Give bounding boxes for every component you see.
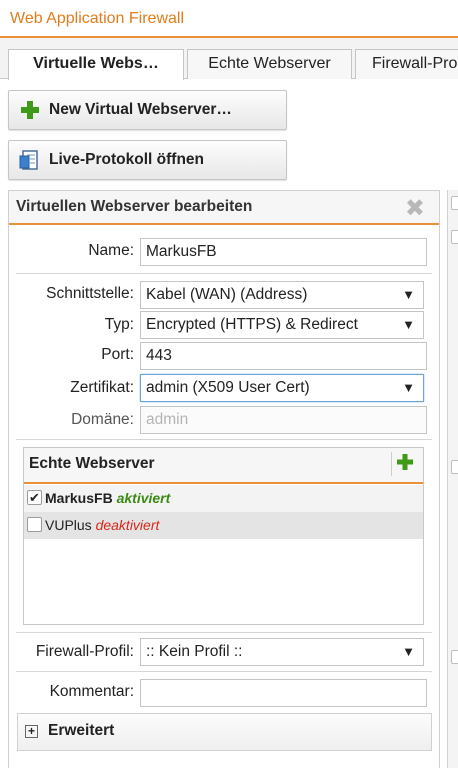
server-entry: MarkusFB aktiviert: [45, 485, 170, 512]
list-item[interactable]: VUPlus deaktiviert: [24, 512, 423, 539]
panel-title: Virtuellen Webserver bearbeiten: [16, 198, 253, 215]
app-title: Web Application Firewall: [10, 10, 185, 27]
advanced-label: Erweitert: [48, 722, 115, 739]
server-status: deaktiviert: [95, 517, 160, 533]
chevron-down-icon: ▼: [402, 317, 415, 332]
certificate-value: admin (X509 User Cert): [146, 379, 310, 396]
certificate-label: Zertifikat:: [70, 379, 134, 396]
server-status: aktiviert: [116, 490, 171, 506]
panel-header: Virtuellen Webserver bearbeiten ✖: [9, 191, 439, 225]
port-label: Port:: [101, 346, 134, 363]
divider: [16, 632, 432, 633]
comment-input[interactable]: [140, 679, 427, 707]
server-entry: VUPlus deaktiviert: [45, 512, 159, 539]
domain-input[interactable]: admin: [140, 406, 427, 434]
real-webservers-title: Echte Webserver: [29, 455, 155, 472]
port-input[interactable]: 443: [140, 342, 427, 370]
interface-value: Kabel (WAN) (Address): [146, 286, 308, 303]
domain-label: Domäne:: [71, 411, 134, 428]
comment-label: Kommentar:: [49, 683, 134, 700]
name-label: Name:: [88, 242, 134, 259]
divider: [16, 671, 432, 672]
type-select[interactable]: Encrypted (HTTPS) & Redirect ▼: [140, 311, 424, 339]
tab-real-webservers[interactable]: Echte Webserver: [187, 49, 352, 79]
plus-icon: [19, 99, 41, 121]
type-label: Typ:: [104, 316, 134, 333]
app-header: Web Application Firewall: [0, 0, 458, 38]
collapsed-panel-icon[interactable]: [451, 230, 458, 244]
close-icon[interactable]: ✖: [405, 194, 425, 223]
firewall-profile-select[interactable]: :: Kein Profil :: ▼: [140, 638, 424, 666]
server-name: VUPlus: [45, 517, 92, 533]
plus-icon: [397, 454, 413, 470]
log-document-icon: [19, 149, 41, 171]
open-live-log-label: Live-Protokoll öffnen: [49, 151, 204, 168]
tab-virtual-webservers[interactable]: Virtuelle Webs…: [8, 49, 184, 80]
real-webservers-header: Echte Webserver: [24, 448, 423, 484]
right-panel-edge: [447, 190, 458, 768]
add-real-webserver-button[interactable]: [391, 452, 413, 476]
divider: [16, 439, 432, 440]
chevron-down-icon: ▼: [402, 644, 415, 659]
firewall-profile-label: Firewall-Profil:: [35, 643, 134, 660]
server-name: MarkusFB: [45, 490, 113, 506]
name-input[interactable]: MarkusFB: [140, 238, 427, 266]
firewall-profile-value: :: Kein Profil ::: [146, 643, 243, 660]
type-value: Encrypted (HTTPS) & Redirect: [146, 316, 358, 333]
enabled-checkbox[interactable]: [27, 517, 42, 532]
enabled-checkbox[interactable]: ✔: [27, 490, 42, 505]
list-item[interactable]: ✔ MarkusFB aktiviert: [24, 485, 423, 512]
chevron-down-icon: ▼: [402, 287, 415, 302]
advanced-section-toggle[interactable]: + Erweitert: [17, 713, 432, 751]
tab-firewall-profiles[interactable]: Firewall-Pro: [355, 49, 458, 79]
new-virtual-webserver-label: New Virtual Webserver…: [49, 101, 232, 118]
real-webservers-list: Echte Webserver ✔ MarkusFB aktiviert VUP…: [23, 447, 424, 625]
interface-select[interactable]: Kabel (WAN) (Address) ▼: [140, 281, 424, 309]
open-live-log-button[interactable]: Live-Protokoll öffnen: [8, 140, 287, 180]
collapsed-panel-icon[interactable]: [451, 650, 458, 664]
chevron-down-icon: ▼: [402, 380, 415, 395]
divider: [16, 273, 432, 274]
tab-bar: Virtuelle Webs… Echte Webserver Firewall…: [0, 38, 458, 80]
expand-icon: +: [25, 725, 38, 738]
collapsed-panel-icon[interactable]: [451, 460, 458, 474]
interface-label: Schnittstelle:: [46, 285, 134, 302]
collapsed-panel-icon[interactable]: [451, 196, 458, 210]
certificate-select[interactable]: admin (X509 User Cert) ▼: [140, 374, 424, 402]
new-virtual-webserver-button[interactable]: New Virtual Webserver…: [8, 90, 287, 130]
